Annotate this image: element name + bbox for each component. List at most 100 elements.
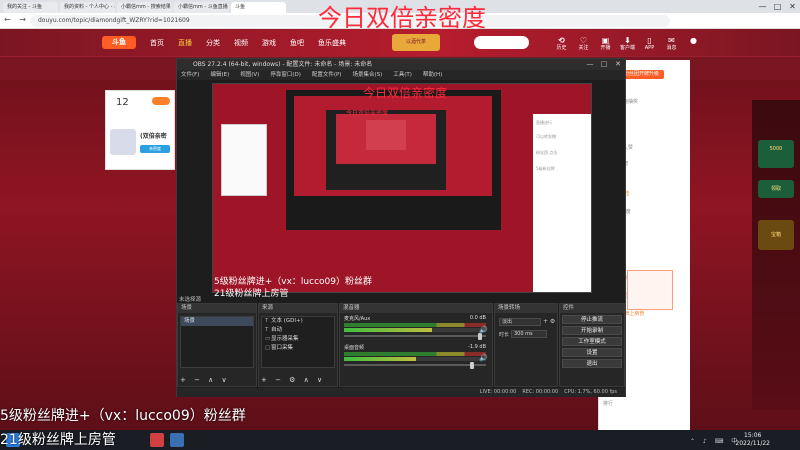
douyu-logo[interactable]: 斗鱼 [102, 36, 136, 49]
controls-dock-title: 控件 [560, 304, 624, 313]
follow-icon[interactable]: ♡ 关注 [575, 36, 592, 52]
toggle-switch[interactable] [152, 97, 170, 105]
duration-label: 时长 [499, 332, 510, 338]
live-icon[interactable]: ▣ 开播 [597, 36, 614, 52]
stop-streaming-button[interactable]: 停止推流 [562, 315, 622, 324]
avatar[interactable] [110, 129, 136, 155]
promo-box[interactable] [627, 270, 673, 310]
maximize-icon[interactable]: □ [597, 59, 611, 70]
obs-status-bar: LIVE: 00:00:00 REC: 00:00:00 CPU: 1.7%, … [177, 388, 625, 397]
preview-title: 今日双倍亲密度 [363, 86, 448, 100]
windows-taskbar: ⌃ ♪ ⌨ 中 15:06 2022/11/22 [0, 430, 800, 450]
nav-item[interactable]: 鱼吧 [290, 38, 304, 48]
cpu-fps: CPU: 1.7%, 60.00 fps [564, 389, 617, 395]
studio-mode-button[interactable]: 工作室模式 [562, 337, 622, 346]
minimize-icon[interactable]: — [583, 59, 597, 70]
stream-overlay-line1: 5级粉丝牌进+（vx：lucco09）粉丝群 [0, 408, 246, 424]
speaker-icon[interactable]: 🔊 [479, 326, 488, 334]
add-transition-icon[interactable]: + ⚙ [543, 318, 555, 325]
menu-scene-collection[interactable]: 场景集合(S) [352, 70, 382, 80]
award-banner[interactable]: 以酒代茶 [392, 34, 440, 51]
menu-profile[interactable]: 配置文件(P) [312, 70, 342, 80]
mixer-channel-db: 0.0 dB [469, 315, 486, 321]
history-icon[interactable]: ⟲ 历史 [553, 36, 570, 52]
client-icon[interactable]: ⬇ 客户端 [619, 36, 636, 52]
duration-input[interactable]: 300 ms [511, 330, 547, 338]
volume-slider[interactable] [344, 333, 486, 340]
settings-button[interactable]: 设置 [562, 348, 622, 357]
streamer-name[interactable]: (双倍亲密 [140, 131, 167, 140]
app-icon[interactable]: ▯ APP [641, 36, 658, 52]
streamer-card: 12 (双倍亲密 亲密度 [105, 90, 175, 170]
browser-tab-active[interactable]: 斗鱼 [231, 2, 286, 13]
sources-list: T 文本 (GDI+) T 自动 ▭显示器采集 ▢窗口采集 [261, 316, 335, 368]
close-icon[interactable]: ✕ [611, 59, 625, 70]
speaker-icon[interactable]: 🔊 [479, 354, 488, 362]
nested-obs-window: 今日双倍亲密度 [286, 90, 501, 230]
source-item[interactable]: T 自动 [262, 326, 334, 335]
taskbar-app-icon[interactable] [170, 433, 184, 447]
chest-badge[interactable]: 宝箱 [758, 220, 794, 250]
close-icon[interactable]: ✕ [785, 0, 800, 13]
controls-dock: 控件 停止推流 开始录制 工作室模式 设置 退出 [559, 303, 625, 387]
reward-badge[interactable]: 5000 [758, 140, 794, 168]
nav-item[interactable]: 分类 [206, 38, 220, 48]
nav-item[interactable]: 游戏 [262, 38, 276, 48]
menu-view[interactable]: 视图(V) [240, 70, 259, 80]
source-item[interactable]: ▢窗口采集 [262, 344, 334, 353]
exit-button[interactable]: 退出 [562, 359, 622, 368]
search-input[interactable] [474, 36, 529, 49]
scenes-list: 场景 [180, 316, 254, 368]
mixer-channel-db: -1.9 dB [468, 344, 486, 350]
start-recording-button[interactable]: 开始录制 [562, 326, 622, 335]
message-icon[interactable]: ✉ 消息 [663, 36, 680, 52]
nested-preview-3 [366, 120, 406, 150]
preview-chat-panel: 直播进行 可以转发赠 粉丝团 点击 5级粉丝牌 [533, 114, 591, 292]
nav-item[interactable]: 首页 [150, 38, 164, 48]
scenes-dock: 场景 场景 + − ∧ ∨ [177, 303, 257, 387]
scenes-toolbar[interactable]: + − ∧ ∨ [180, 376, 230, 384]
browser-tab[interactable]: 我的关注 - 斗鱼 [3, 2, 58, 13]
maximize-icon[interactable]: □ [770, 0, 785, 13]
menu-file[interactable]: 文件(F) [181, 70, 199, 80]
window-controls: — □ ✕ [755, 0, 800, 13]
menu-help[interactable]: 帮助(H) [423, 70, 442, 80]
screen: 我的关注 - 斗鱼 我的资料 - 个人中心 - 斗鱼 小霸信mm - 搜索结果 … [0, 0, 800, 450]
claim-badge[interactable]: 领取 [758, 180, 794, 198]
obs-menu-bar: 文件(F) 编辑(E) 视图(V) 停靠窗口(D) 配置文件(P) 场景集合(S… [177, 70, 625, 80]
browser-tab[interactable]: 我的资料 - 个人中心 - 斗鱼 [60, 2, 115, 13]
browser-tab[interactable]: 小霸信mm - 搜索结果 - 斗鱼 [117, 2, 172, 13]
source-item[interactable]: T 文本 (GDI+) [262, 317, 334, 326]
taskbar-app-icon[interactable] [150, 433, 164, 447]
browser-tab[interactable]: 小霸信mm - 斗鱼直播 [174, 2, 229, 13]
nested-title: 今日双倍亲密度 [346, 110, 389, 117]
mixer-dock-title: 混音器 [340, 304, 492, 313]
nav-item[interactable]: 鱼乐盛典 [318, 38, 346, 48]
volume-slider[interactable] [344, 362, 486, 369]
obs-title-bar[interactable]: OBS 27.2.4 (64-bit, windows) - 配置文件: 未命名… [177, 59, 625, 70]
stream-overlay-line2: 21级粉丝牌上房管 [0, 432, 116, 448]
chat-line: 排行 [603, 401, 614, 407]
nav-item[interactable]: 视频 [234, 38, 248, 48]
source-item[interactable]: ▭显示器采集 [262, 335, 334, 344]
scene-item[interactable]: 场景 [181, 317, 253, 326]
obs-window-controls: — □ ✕ [583, 59, 625, 70]
obs-preview[interactable]: 直播进行 可以转发赠 粉丝团 点击 5级粉丝牌 今日双倍亲密度 今日双倍亲密度 … [212, 83, 592, 299]
minimize-icon[interactable]: — [755, 0, 770, 13]
menu-tools[interactable]: 工具(T) [393, 70, 412, 80]
transitions-dock: 场景转场 淡出 + ⚙ 时长 300 ms [494, 303, 558, 387]
system-tray[interactable]: ⌃ ♪ ⌨ 中 [690, 436, 740, 445]
volume-meter [344, 357, 486, 361]
menu-docks[interactable]: 停靠窗口(D) [270, 70, 301, 80]
sources-toolbar[interactable]: + − ⚙ ∧ ∨ [261, 376, 325, 384]
menu-edit[interactable]: 编辑(E) [210, 70, 229, 80]
avatar-icon[interactable]: ● [685, 36, 702, 52]
douyu-nav: 首页 直播 分类 视频 游戏 鱼吧 鱼乐盛典 [150, 38, 360, 48]
follower-count: 12 [116, 97, 129, 108]
transitions-dock-title: 场景转场 [495, 304, 557, 313]
no-source-label: 未选择源 [179, 297, 202, 303]
taskbar-clock[interactable]: 15:06 2022/11/22 [735, 432, 770, 448]
nav-item-active[interactable]: 直播 [178, 38, 192, 48]
sources-dock: 来源 T 文本 (GDI+) T 自动 ▭显示器采集 ▢窗口采集 + − ⚙ ∧ ∨ [258, 303, 338, 387]
transition-select[interactable]: 淡出 [499, 318, 541, 326]
